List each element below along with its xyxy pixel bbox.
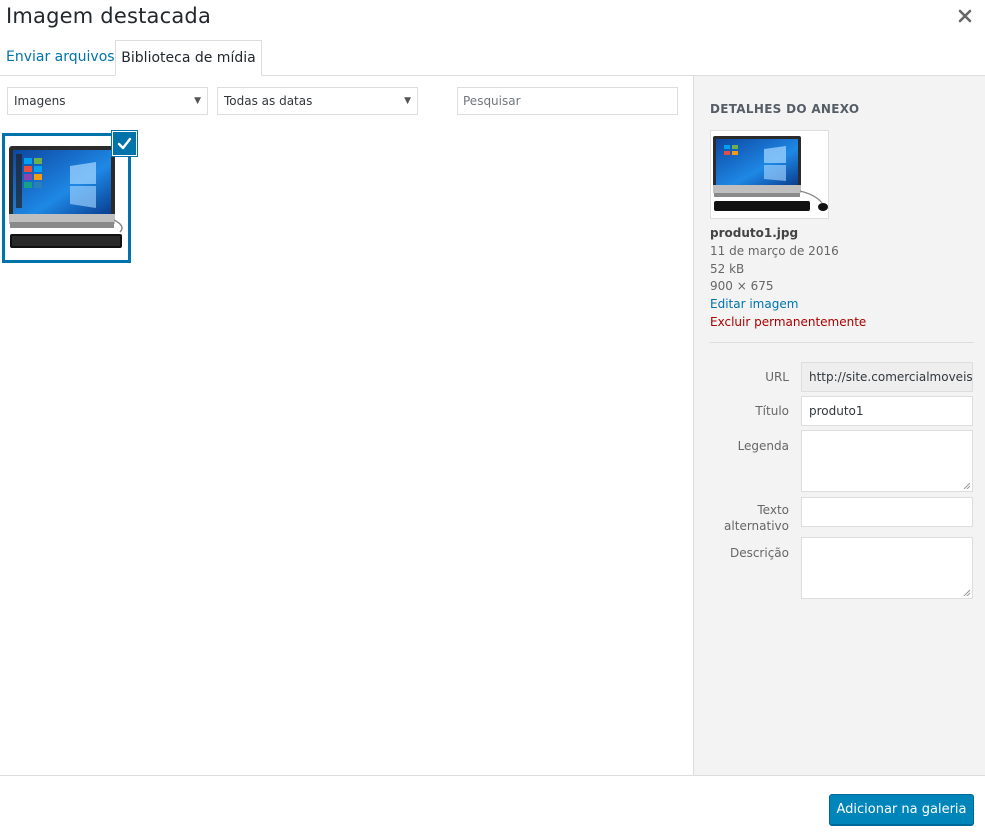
attachment-thumbnail[interactable] bbox=[2, 131, 137, 263]
attachment-size: 52 kB bbox=[710, 262, 745, 276]
modal-footer: Adicionar na galeria bbox=[0, 775, 985, 837]
add-to-gallery-button[interactable]: Adicionar na galeria bbox=[829, 794, 974, 825]
attachment-details-sidebar: Detalhes do anexo bbox=[693, 76, 985, 775]
url-field[interactable]: http://site.comercialmoveis. bbox=[801, 362, 973, 392]
attachment-date: 11 de março de 2016 bbox=[710, 244, 839, 258]
tab-upload-files[interactable]: Enviar arquivos bbox=[0, 40, 125, 76]
alt-text-field[interactable] bbox=[801, 497, 973, 527]
sidebar-divider bbox=[710, 342, 974, 343]
edit-image-link[interactable]: Editar imagem bbox=[710, 297, 798, 311]
media-type-filter-value: Imagens bbox=[14, 94, 66, 108]
modal-title: Imagem destacada bbox=[6, 4, 212, 28]
dropdown-arrow-icon: ▼ bbox=[404, 96, 411, 106]
caption-label: Legenda bbox=[737, 439, 789, 453]
close-icon bbox=[958, 9, 972, 23]
alt-text-label: Texto alternativo bbox=[724, 503, 789, 533]
description-label: Descrição bbox=[729, 546, 789, 560]
selected-check-button[interactable] bbox=[112, 131, 137, 156]
delete-permanently-link[interactable]: Excluir permanentemente bbox=[710, 315, 866, 329]
url-label: URL bbox=[765, 370, 789, 384]
date-filter-value: Todas as datas bbox=[224, 94, 313, 108]
resize-grip-icon[interactable] bbox=[963, 589, 970, 596]
close-button[interactable] bbox=[955, 6, 975, 26]
resize-grip-icon[interactable] bbox=[963, 482, 970, 489]
date-filter[interactable]: Todas as datas ▼ bbox=[217, 87, 418, 115]
checkmark-icon bbox=[117, 137, 132, 150]
attachment-preview bbox=[710, 130, 829, 219]
sidebar-heading: Detalhes do anexo bbox=[710, 102, 860, 116]
attachment-filename: produto1.jpg bbox=[710, 226, 799, 240]
caption-field[interactable] bbox=[801, 430, 973, 492]
media-type-filter[interactable]: Imagens ▼ bbox=[7, 87, 208, 115]
computer-thumbnail bbox=[8, 144, 126, 254]
media-tabs: Enviar arquivos Biblioteca de mídia bbox=[0, 40, 985, 76]
title-label: Título bbox=[755, 404, 789, 418]
attachment-dimensions: 900 × 675 bbox=[710, 279, 774, 293]
description-field[interactable] bbox=[801, 537, 973, 599]
tab-media-library[interactable]: Biblioteca de mídia bbox=[115, 40, 262, 76]
computer-thumbnail bbox=[712, 135, 829, 219]
title-field[interactable]: produto1 bbox=[801, 396, 973, 426]
search-input[interactable] bbox=[457, 87, 678, 115]
dropdown-arrow-icon: ▼ bbox=[194, 96, 201, 106]
